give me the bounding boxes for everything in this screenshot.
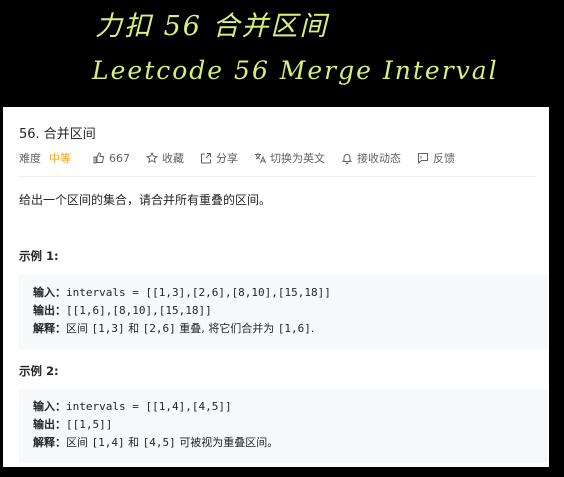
explain-code: [1,6] <box>277 322 311 335</box>
example-2-explanation: 解释：区间 [1,4] 和 [4,5] 可被视为重叠区间。 <box>33 434 548 452</box>
switch-language-button[interactable]: 切换为英文 <box>254 150 325 166</box>
example-2-output: 输出：[[1,5]] <box>33 416 548 434</box>
problem-description: 给出一个区间的集合，请合并所有重叠的区间。 <box>19 193 272 207</box>
subscribe-button[interactable]: 接收动态 <box>341 150 401 166</box>
switch-language-label: 切换为英文 <box>270 152 325 165</box>
explain-code: [4,5] <box>142 436 176 449</box>
output-value: [[1,6],[8,10],[15,18]] <box>66 304 212 317</box>
explain-text: 重叠, 将它们合并为 <box>175 322 278 335</box>
example-1-block: 输入：intervals = [[1,3],[2,6],[8,10],[15,1… <box>19 275 548 349</box>
example-2-title: 示例 2: <box>19 364 59 378</box>
feedback-label: 反馈 <box>433 152 455 165</box>
problem-meta-bar: 难度 中等 667 收藏 分享 切换为英文 接收动态 反馈 <box>19 149 471 167</box>
explain-text: . <box>310 322 315 335</box>
subscribe-label: 接收动态 <box>357 152 401 165</box>
difficulty-label: 难度 <box>19 152 41 165</box>
example-1-output: 输出：[[1,6],[8,10],[15,18]] <box>33 302 548 320</box>
handwritten-title-en: Leetcode 56 Merge Interval <box>92 56 499 85</box>
share-icon <box>201 153 211 164</box>
bell-icon <box>341 154 353 164</box>
output-label: 输出： <box>33 418 66 431</box>
share-label: 分享 <box>216 152 238 165</box>
handwritten-title-cn: 力扣 56 合并区间 <box>95 11 329 42</box>
example-1-title: 示例 1: <box>19 249 59 263</box>
input-value: intervals = [[1,3],[2,6],[8,10],[15,18]] <box>66 286 331 299</box>
feedback-button[interactable]: 反馈 <box>417 150 455 166</box>
difficulty-badge: 中等 <box>49 152 71 165</box>
explain-code: [2,6] <box>142 322 176 335</box>
explain-text: 和 <box>124 322 143 335</box>
example-2-block: 输入：intervals = [[1,4],[4,5]] 输出：[[1,5]] … <box>19 389 548 463</box>
feedback-icon <box>418 153 428 164</box>
favorite-button[interactable]: 收藏 <box>146 150 184 166</box>
example-1-explanation: 解释：区间 [1,3] 和 [2,6] 重叠, 将它们合并为 [1,6]. <box>33 320 548 338</box>
meta-divider <box>19 176 536 177</box>
input-label: 输入： <box>33 400 66 413</box>
like-button[interactable]: 667 <box>93 152 130 165</box>
explain-text: 可被视为重叠区间。 <box>175 436 279 449</box>
explain-code: [1,3] <box>91 322 125 335</box>
explain-label: 解释： <box>33 436 66 449</box>
explain-text: 和 <box>124 436 143 449</box>
favorite-label: 收藏 <box>162 152 184 165</box>
example-1-input: 输入：intervals = [[1,3],[2,6],[8,10],[15,1… <box>33 284 548 302</box>
problem-title: 56. 合并区间 <box>19 127 96 142</box>
explain-text: 区间 <box>66 436 92 449</box>
thumbs-up-icon <box>93 152 105 164</box>
like-count: 667 <box>109 151 130 165</box>
explain-code: [1,4] <box>91 436 125 449</box>
input-value: intervals = [[1,4],[4,5]] <box>66 400 232 413</box>
problem-panel: 56. 合并区间 难度 中等 667 收藏 分享 切换为英文 接收动态 反馈 给… <box>3 107 549 467</box>
explain-label: 解释： <box>33 322 66 335</box>
input-label: 输入： <box>33 286 66 299</box>
output-value: [[1,5]] <box>66 418 113 431</box>
example-2-input: 输入：intervals = [[1,4],[4,5]] <box>33 398 548 416</box>
translate-icon <box>255 153 266 164</box>
explain-text: 区间 <box>66 322 92 335</box>
star-icon <box>146 152 158 164</box>
share-button[interactable]: 分享 <box>200 150 238 166</box>
output-label: 输出： <box>33 304 66 317</box>
